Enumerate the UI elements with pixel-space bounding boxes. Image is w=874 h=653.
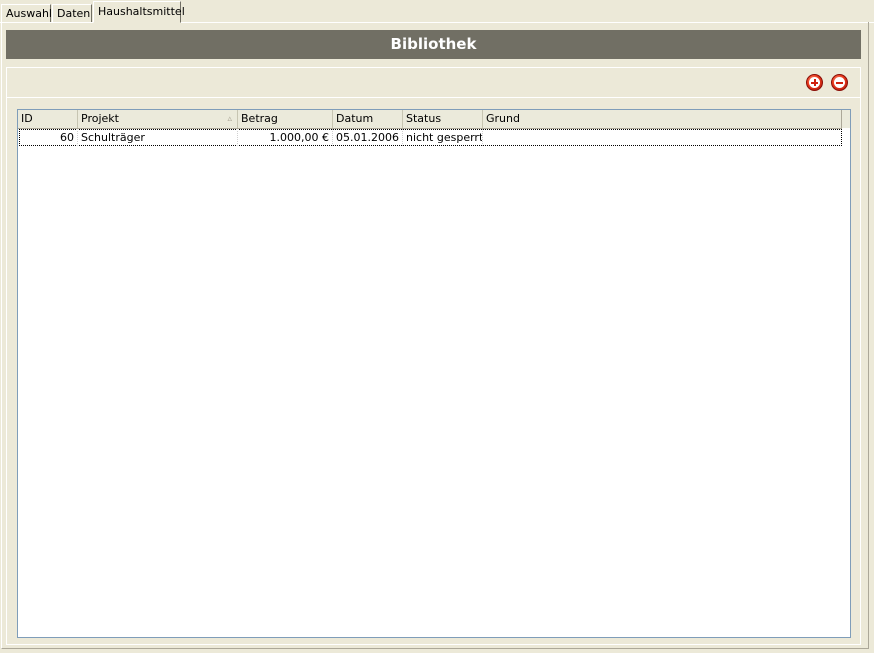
cell-grund (483, 129, 842, 146)
panel-title: Bibliothek (6, 30, 861, 59)
table-header: ID Projekt ▵ Betrag Datum Status Grund (18, 110, 842, 129)
table-row[interactable]: 60 Schulträger 1.000,00 € 05.01.2006 nic… (19, 129, 842, 146)
column-header-projekt[interactable]: Projekt ▵ (78, 110, 238, 128)
remove-button[interactable] (831, 74, 848, 91)
cell-projekt: Schulträger (78, 129, 238, 146)
add-button[interactable] (806, 74, 823, 91)
cell-id: 60 (19, 129, 78, 146)
header-scroll-corner (841, 110, 850, 128)
column-header-betrag[interactable]: Betrag (238, 110, 333, 128)
column-header-grund[interactable]: Grund (483, 110, 842, 128)
column-header-datum[interactable]: Datum (333, 110, 403, 128)
tab-haushaltsmittel[interactable]: Haushaltsmittel (93, 1, 185, 23)
column-header-label: Projekt (81, 112, 119, 125)
column-header-status[interactable]: Status (403, 110, 483, 128)
cell-status: nicht gesperrt (403, 129, 483, 146)
column-header-id[interactable]: ID (18, 110, 78, 128)
tab-daten[interactable]: Daten (52, 4, 92, 22)
tab-bar: Auswahl Daten Haushaltsmittel (0, 0, 874, 23)
add-icon (809, 77, 820, 88)
toolbar-divider (7, 97, 860, 98)
cell-datum: 05.01.2006 (333, 129, 403, 146)
sort-ascending-icon: ▵ (227, 114, 232, 124)
cell-betrag: 1.000,00 € (238, 129, 333, 146)
data-table: ID Projekt ▵ Betrag Datum Status Grund 6… (17, 109, 851, 638)
remove-icon (834, 77, 845, 88)
tab-auswahl[interactable]: Auswahl (1, 4, 52, 22)
